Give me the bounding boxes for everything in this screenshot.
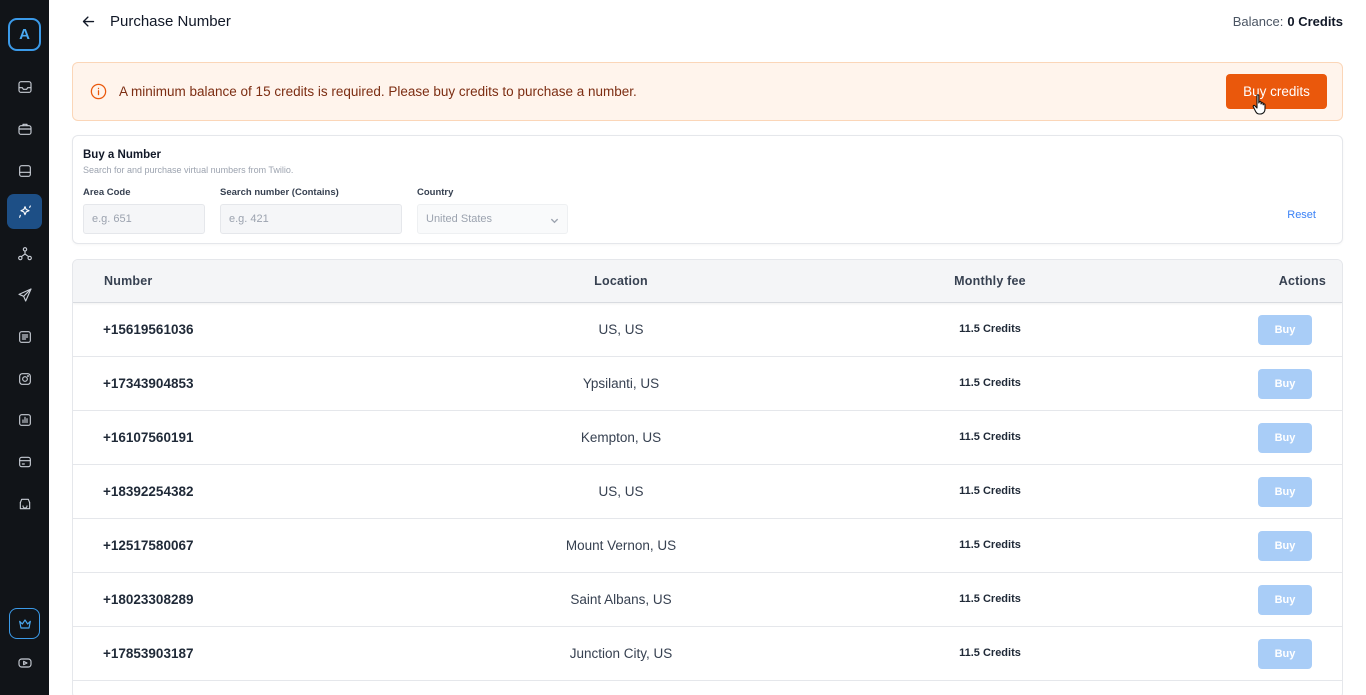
- country-label: Country: [417, 187, 454, 198]
- country-value: United States: [426, 213, 493, 225]
- table-row: +12517580067 Mount Vernon, US 11.5 Credi…: [73, 519, 1342, 573]
- instagram-icon: [18, 372, 31, 385]
- area-code-label: Area Code: [83, 187, 131, 198]
- table-row: +18392254382 US, US 11.5 Credits Buy: [73, 465, 1342, 519]
- sidebar-item-inbox[interactable]: [7, 69, 42, 104]
- sidebar-item-database[interactable]: [7, 153, 42, 188]
- number-cell: +18392254382: [103, 484, 194, 499]
- database-icon: [18, 164, 31, 177]
- back-button[interactable]: [79, 12, 97, 30]
- minimum-balance-alert: A minimum balance of 15 credits is requi…: [72, 62, 1343, 121]
- balance-value: 0 Credits: [1287, 14, 1343, 29]
- buy-number-button[interactable]: Buy: [1258, 315, 1312, 345]
- column-header-location: Location: [594, 274, 648, 288]
- number-cell: +17343904853: [103, 376, 194, 391]
- sidebar-item-billing[interactable]: [7, 444, 42, 479]
- location-cell: Kempton, US: [580, 430, 662, 445]
- chart-icon: [18, 413, 31, 426]
- location-cell: Junction City, US: [569, 646, 673, 661]
- table-row: +18023308289 Saint Albans, US 11.5 Credi…: [73, 573, 1342, 627]
- sidebar: A: [0, 0, 49, 695]
- sidebar-item-marketplace[interactable]: [7, 486, 42, 521]
- info-icon: [89, 82, 108, 101]
- briefcase-icon: [17, 123, 32, 135]
- reset-link[interactable]: Reset: [1287, 209, 1316, 221]
- column-header-actions: Actions: [1278, 274, 1326, 288]
- monthly-fee-cell: 11.5 Credits: [959, 593, 1021, 605]
- location-cell: US, US: [598, 484, 644, 499]
- sidebar-item-ai[interactable]: [7, 194, 42, 229]
- list-icon: [18, 330, 31, 343]
- number-cell: +16107560191: [103, 430, 194, 445]
- shop-icon: [19, 498, 30, 509]
- monthly-fee-cell: 11.5 Credits: [959, 539, 1021, 551]
- panel-title: Buy a Number: [83, 149, 161, 161]
- location-cell: Ypsilanti, US: [582, 376, 660, 391]
- chevron-down-icon: [550, 218, 559, 224]
- card-icon: [18, 456, 31, 467]
- buy-number-button[interactable]: Buy: [1258, 423, 1312, 453]
- app-logo[interactable]: A: [8, 18, 41, 51]
- table-row: +15619561036 US, US 11.5 Credits Buy: [73, 303, 1342, 357]
- buy-number-button[interactable]: Buy: [1258, 585, 1312, 615]
- crown-icon: [18, 618, 31, 629]
- number-cell: +17853903187: [103, 646, 194, 661]
- alert-message: A minimum balance of 15 credits is requi…: [119, 84, 637, 99]
- buy-credits-button[interactable]: Buy credits: [1226, 74, 1327, 109]
- youtube-icon: [17, 657, 32, 668]
- sidebar-item-tutorials[interactable]: [7, 645, 42, 680]
- buy-number-panel: Buy a Number Search for and purchase vir…: [72, 135, 1343, 244]
- number-cell: +15619561036: [103, 322, 194, 337]
- arrow-left-icon: [82, 15, 94, 27]
- sidebar-item-analytics[interactable]: [7, 402, 42, 437]
- monthly-fee-cell: 11.5 Credits: [959, 485, 1021, 497]
- search-number-input[interactable]: [220, 204, 402, 234]
- hierarchy-icon: [17, 246, 32, 260]
- inbox-icon: [17, 80, 32, 93]
- balance-indicator: Balance: 0 Credits: [1233, 14, 1343, 29]
- app: A Purchase Number Balance: 0 Credits A m…: [0, 0, 1366, 695]
- column-header-monthly-fee: Monthly fee: [954, 274, 1026, 288]
- number-cell: +18023308289: [103, 592, 194, 607]
- table-header: Number Location Monthly fee Actions: [73, 260, 1342, 303]
- buy-number-button[interactable]: Buy: [1258, 639, 1312, 669]
- sidebar-item-briefcase[interactable]: [7, 111, 42, 146]
- buy-number-button[interactable]: Buy: [1258, 531, 1312, 561]
- column-header-number: Number: [104, 274, 153, 288]
- panel-subtitle: Search for and purchase virtual numbers …: [83, 165, 294, 175]
- buy-number-button[interactable]: Buy: [1258, 477, 1312, 507]
- location-cell: Mount Vernon, US: [565, 538, 677, 553]
- table-row: +16107560191 Kempton, US 11.5 Credits Bu…: [73, 411, 1342, 465]
- contains-label: Search number (Contains): [220, 187, 339, 198]
- sparkles-icon: [18, 204, 31, 218]
- sidebar-item-workflows[interactable]: [7, 236, 42, 271]
- sidebar-item-instagram[interactable]: [7, 361, 42, 396]
- location-cell: US, US: [598, 322, 644, 337]
- number-cell: +12517580067: [103, 538, 194, 553]
- buy-number-button[interactable]: Buy: [1258, 369, 1312, 399]
- sidebar-item-campaigns[interactable]: [7, 277, 42, 312]
- numbers-table: Number Location Monthly fee Actions +156…: [72, 259, 1343, 695]
- country-select[interactable]: United States: [417, 204, 568, 234]
- location-cell: Saint Albans, US: [570, 592, 672, 607]
- table-row: +17853903187 Junction City, US 11.5 Cred…: [73, 627, 1342, 681]
- monthly-fee-cell: 11.5 Credits: [959, 323, 1021, 335]
- page-header: Purchase Number Balance: 0 Credits: [49, 0, 1366, 44]
- monthly-fee-cell: 11.5 Credits: [959, 647, 1021, 659]
- monthly-fee-cell: 11.5 Credits: [959, 377, 1021, 389]
- sidebar-item-upgrade[interactable]: [9, 608, 40, 639]
- area-code-input[interactable]: [83, 204, 205, 234]
- balance-label: Balance:: [1232, 14, 1284, 29]
- send-icon: [17, 287, 32, 302]
- monthly-fee-cell: 11.5 Credits: [959, 431, 1021, 443]
- table-row: +17343904853 Ypsilanti, US 11.5 Credits …: [73, 357, 1342, 411]
- mouse-cursor-icon: [1252, 94, 1266, 115]
- page-title: Purchase Number: [110, 13, 231, 30]
- sidebar-item-lists[interactable]: [7, 319, 42, 354]
